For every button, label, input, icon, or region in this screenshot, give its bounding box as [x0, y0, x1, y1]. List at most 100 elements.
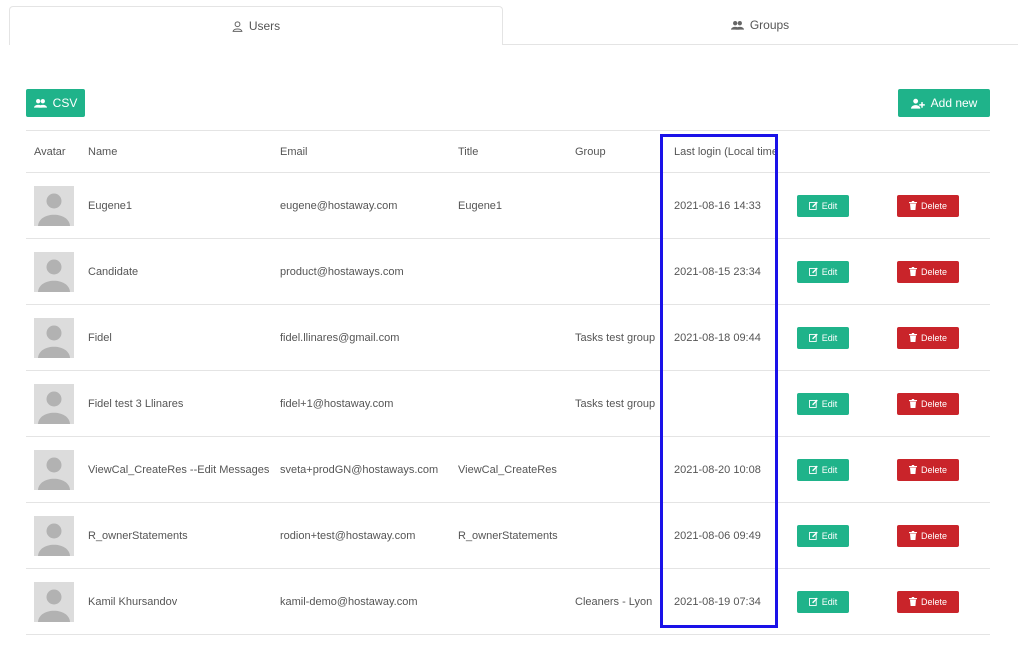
- user-plus-icon: [910, 98, 925, 109]
- user-name: Kamil Khursandov: [88, 595, 178, 608]
- user-name: R_ownerStatements: [88, 529, 188, 542]
- user-group: [575, 437, 683, 502]
- edit-button-label: Edit: [821, 200, 838, 211]
- user-email: fidel.llinares@gmail.com: [280, 331, 400, 344]
- user-last-login: 2021-08-15 23:34: [674, 265, 761, 278]
- user-group: [575, 239, 683, 304]
- user-title: ViewCal_CreateRes: [458, 463, 557, 476]
- delete-button[interactable]: Delete: [897, 524, 959, 547]
- header-group: Group: [575, 145, 606, 158]
- edit-button-label: Edit: [821, 596, 838, 607]
- user-name: Fidel: [88, 331, 112, 344]
- user-name: Candidate: [88, 265, 139, 278]
- trash-icon: [908, 531, 917, 540]
- edit-button-label: Edit: [821, 530, 838, 541]
- edit-icon: [808, 597, 818, 606]
- delete-button-label: Delete: [920, 464, 947, 475]
- users-group-icon: [730, 20, 744, 31]
- tab-bar: Users Groups: [0, 0, 1018, 45]
- trash-icon: [908, 267, 917, 276]
- delete-button-label: Delete: [920, 530, 947, 541]
- edit-button[interactable]: Edit: [797, 326, 849, 349]
- csv-button[interactable]: CSV: [26, 89, 85, 117]
- avatar: [34, 383, 74, 424]
- table-row: Candidate product@hostaways.com 2021-08-…: [26, 239, 990, 305]
- edit-icon: [808, 201, 818, 210]
- user-group: Tasks test group: [575, 397, 656, 410]
- user-name: ViewCal_CreateRes --Edit Messages: [88, 463, 270, 476]
- delete-button[interactable]: Delete: [897, 326, 959, 349]
- edit-button[interactable]: Edit: [797, 458, 849, 481]
- header-email: Email: [280, 145, 308, 158]
- edit-button[interactable]: Edit: [797, 524, 849, 547]
- edit-icon: [808, 267, 818, 276]
- edit-icon: [808, 465, 818, 474]
- add-new-button-label: Add new: [930, 96, 978, 110]
- delete-button-label: Delete: [920, 596, 947, 607]
- header-avatar: Avatar: [34, 145, 66, 158]
- avatar: [34, 185, 74, 226]
- tab-users[interactable]: Users: [9, 6, 503, 45]
- user-email: kamil-demo@hostaway.com: [280, 595, 418, 608]
- user-email: fidel+1@hostaway.com: [280, 397, 394, 410]
- user-group: Cleaners - Lyon: [575, 595, 653, 608]
- users-table: Avatar Name Email Title Group Last login…: [26, 130, 990, 635]
- tab-groups[interactable]: Groups: [502, 6, 1018, 44]
- tab-divider: [502, 44, 1018, 45]
- avatar: [34, 449, 74, 490]
- user-email: product@hostaways.com: [280, 265, 404, 278]
- user-group: [575, 173, 683, 238]
- user-name: Fidel test 3 Llinares: [88, 397, 184, 410]
- table-header: Avatar Name Email Title Group Last login…: [26, 130, 990, 173]
- edit-button[interactable]: Edit: [797, 590, 849, 613]
- avatar: [34, 581, 74, 622]
- trash-icon: [908, 465, 917, 474]
- edit-icon: [808, 531, 818, 540]
- avatar: [34, 515, 74, 556]
- csv-button-label: CSV: [52, 96, 78, 110]
- edit-button-label: Edit: [821, 398, 838, 409]
- delete-button[interactable]: Delete: [897, 590, 959, 613]
- trash-icon: [908, 399, 917, 408]
- edit-button-label: Edit: [821, 464, 838, 475]
- user-last-login: 2021-08-19 07:34: [674, 595, 761, 608]
- user-group: Tasks test group: [575, 331, 656, 344]
- user-last-login: 2021-08-20 10:08: [674, 463, 761, 476]
- edit-button[interactable]: Edit: [797, 260, 849, 283]
- table-row: R_ownerStatements rodion+test@hostaway.c…: [26, 503, 990, 569]
- user-title: Eugene1: [458, 199, 503, 212]
- table-row: ViewCal_CreateRes --Edit Messages sveta+…: [26, 437, 990, 503]
- user-group: [575, 503, 683, 568]
- trash-icon: [908, 201, 917, 210]
- tab-users-label: Users: [248, 19, 281, 33]
- delete-button[interactable]: Delete: [897, 260, 959, 283]
- header-last-login: Last login (Local time: [674, 145, 778, 158]
- user-last-login: 2021-08-18 09:44: [674, 331, 761, 344]
- user-email: sveta+prodGN@hostaways.com: [280, 463, 439, 476]
- user-email: eugene@hostaway.com: [280, 199, 398, 212]
- edit-button[interactable]: Edit: [797, 194, 849, 217]
- delete-button-label: Delete: [920, 332, 947, 343]
- avatar: [34, 251, 74, 292]
- delete-button[interactable]: Delete: [897, 392, 959, 415]
- table-row: Eugene1 eugene@hostaway.com Eugene1 2021…: [26, 173, 990, 239]
- delete-button[interactable]: Delete: [897, 194, 959, 217]
- add-new-button[interactable]: Add new: [898, 89, 990, 117]
- header-title: Title: [458, 145, 479, 158]
- table-body: Eugene1 eugene@hostaway.com Eugene1 2021…: [26, 173, 990, 635]
- table-row: Kamil Khursandov kamil-demo@hostaway.com…: [26, 569, 990, 635]
- edit-button[interactable]: Edit: [797, 392, 849, 415]
- user-title: R_ownerStatements: [458, 529, 558, 542]
- user-last-login: 2021-08-06 09:49: [674, 529, 761, 542]
- table-row: Fidel test 3 Llinares fidel+1@hostaway.c…: [26, 371, 990, 437]
- user-last-login: 2021-08-16 14:33: [674, 199, 761, 212]
- delete-button[interactable]: Delete: [897, 458, 959, 481]
- edit-icon: [808, 333, 818, 342]
- users-group-icon: [33, 98, 47, 109]
- edit-icon: [808, 399, 818, 408]
- trash-icon: [908, 597, 917, 606]
- tab-groups-label: Groups: [749, 18, 790, 32]
- avatar: [34, 317, 74, 358]
- trash-icon: [908, 333, 917, 342]
- edit-button-label: Edit: [821, 332, 838, 343]
